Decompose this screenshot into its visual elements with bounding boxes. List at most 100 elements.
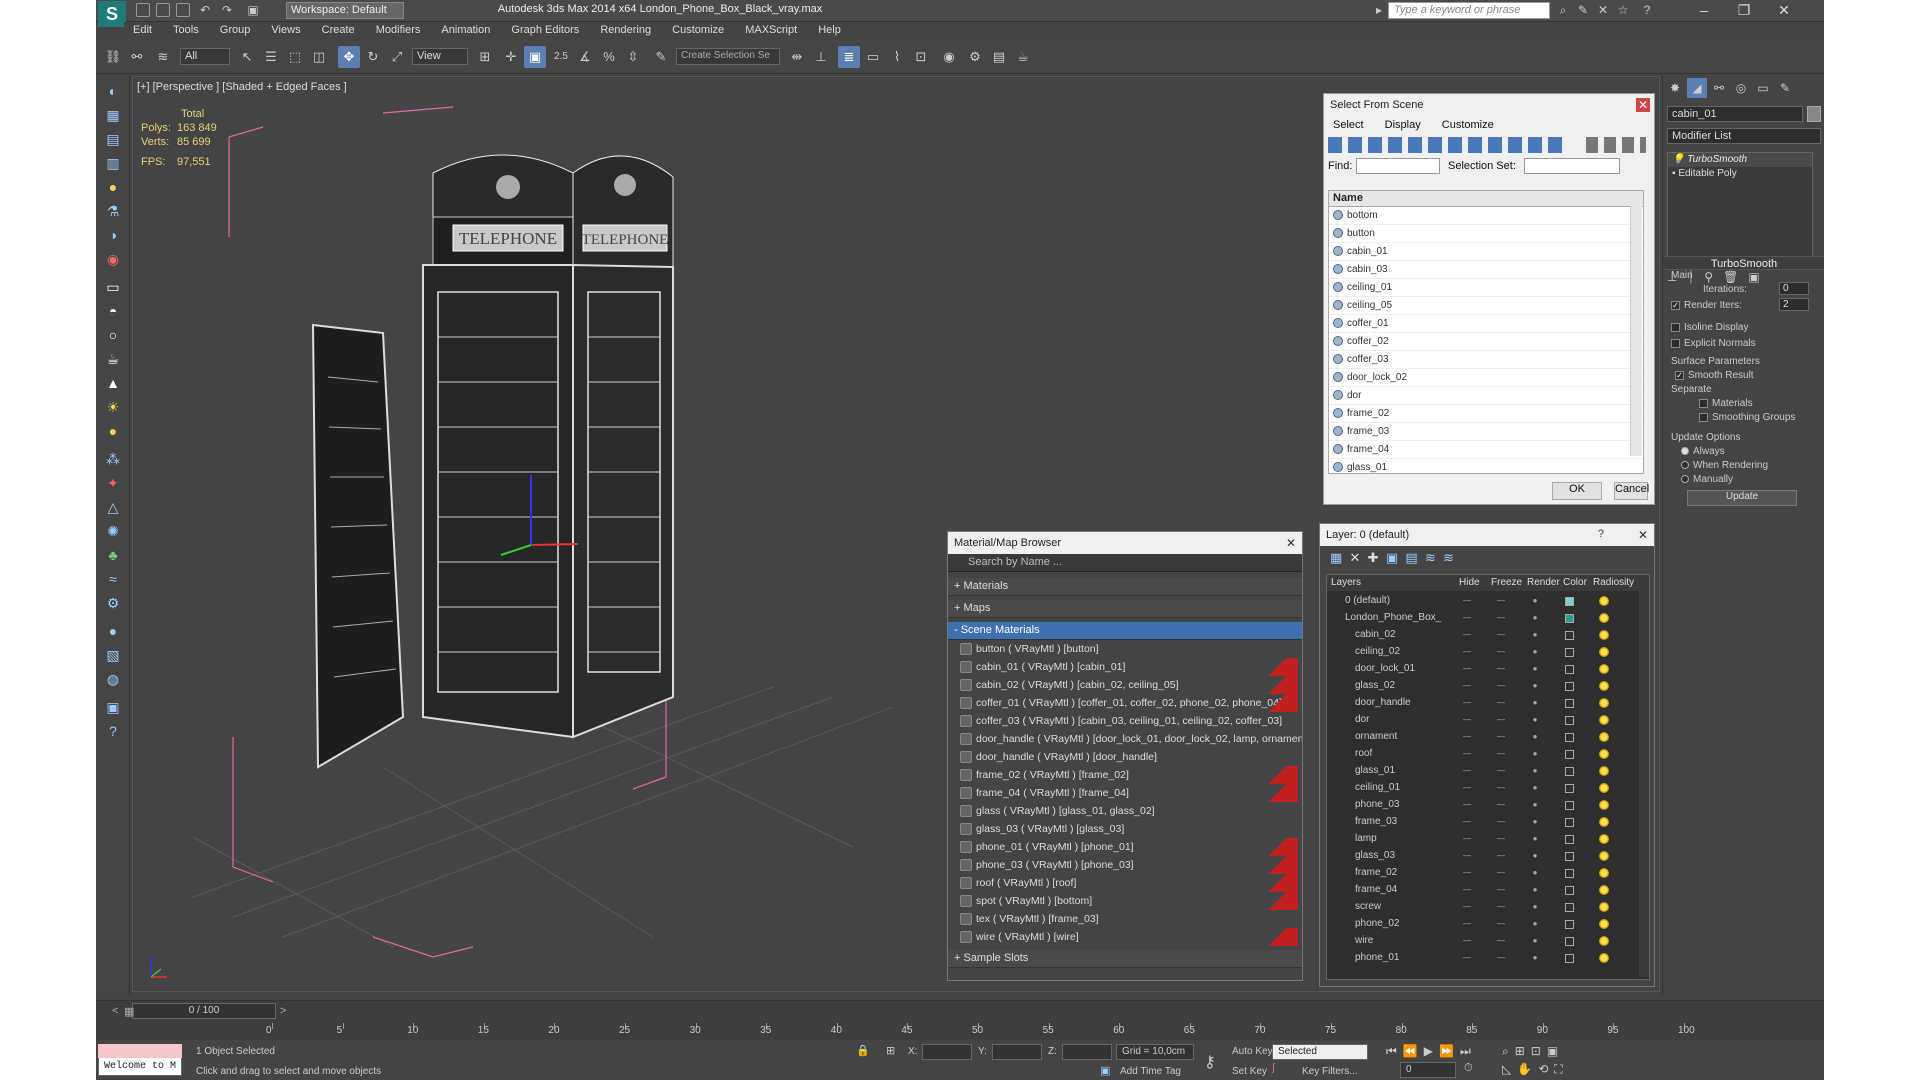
layer-freeze-toggle[interactable]: — — [1495, 681, 1507, 691]
radiosity-light-bulb-icon[interactable] — [1599, 800, 1609, 810]
layer-row[interactable]: frame_03 — — ● — [1327, 814, 1637, 831]
material-list-item[interactable]: wire ( VRayMtl ) [wire] — [948, 928, 1302, 946]
layer-hide-toggle[interactable]: — — [1461, 834, 1473, 844]
layer-freeze-toggle[interactable]: — — [1495, 647, 1507, 657]
layer-hide-toggle[interactable]: — — [1461, 936, 1473, 946]
radiosity-light-bulb-icon[interactable] — [1599, 596, 1609, 606]
help-icon[interactable]: ? — [1640, 3, 1654, 17]
radiosity-light-bulb-icon[interactable] — [1599, 885, 1609, 895]
display-filter-icons[interactable] — [1328, 137, 1568, 153]
camera-icon[interactable]: ▦ — [102, 104, 124, 126]
list-item[interactable]: ceiling_01 — [1329, 279, 1643, 297]
set-key-filter-icon[interactable]: ∫ — [1272, 1062, 1275, 1074]
material-sphere-icon[interactable]: ● — [102, 620, 124, 642]
layer-hide-toggle[interactable]: — — [1461, 783, 1473, 793]
radiosity-light-bulb-icon[interactable] — [1599, 732, 1609, 742]
mirror-icon[interactable]: ⇹ — [786, 46, 808, 68]
materials-section[interactable]: + Materials — [948, 578, 1302, 596]
list-item[interactable]: bottom — [1329, 207, 1643, 225]
select-by-name-icon[interactable]: ☰ — [260, 46, 282, 68]
orbit-icon[interactable]: ⟲ — [1538, 1062, 1554, 1076]
material-list-item[interactable]: cabin_02 ( VRayMtl ) [cabin_02, ceiling_… — [948, 676, 1302, 694]
col-radiosity[interactable]: Radiosity — [1593, 577, 1634, 588]
layer-color-swatch[interactable] — [1565, 818, 1574, 827]
layer-freeze-toggle[interactable]: — — [1495, 868, 1507, 878]
layer-render-toggle[interactable]: ● — [1529, 868, 1541, 878]
layer-color-swatch[interactable] — [1565, 597, 1574, 606]
angle-snap-icon[interactable]: ∡ — [574, 46, 596, 68]
layer-row[interactable]: frame_04 — — ● — [1327, 882, 1637, 899]
help-search-input[interactable]: Type a keyword or phrase — [1388, 2, 1550, 19]
explicit-normals-checkbox[interactable] — [1671, 338, 1680, 348]
remove-modifier-icon[interactable]: 🗑 — [1723, 270, 1738, 284]
list-item[interactable]: button — [1329, 225, 1643, 243]
layer-render-toggle[interactable]: ● — [1529, 732, 1541, 742]
layer-render-toggle[interactable]: ● — [1529, 885, 1541, 895]
new-layer-icon[interactable]: ▦ — [1330, 550, 1342, 565]
layer-row[interactable]: frame_02 — — ● — [1327, 865, 1637, 882]
always-radio[interactable] — [1681, 447, 1689, 456]
stack-item-turbosmooth[interactable]: 💡 TurboSmooth — [1668, 153, 1812, 167]
schematic-view-icon[interactable]: ⊡ — [910, 46, 932, 68]
particles-icon[interactable]: ⁂ — [102, 448, 124, 470]
layer-color-swatch[interactable] — [1565, 665, 1574, 674]
list-item[interactable]: door_lock_02 — [1329, 369, 1643, 387]
layer-hide-toggle[interactable]: — — [1461, 698, 1473, 708]
layer-render-toggle[interactable]: ● — [1529, 664, 1541, 674]
layer-hide-toggle[interactable]: — — [1461, 953, 1473, 963]
sfs-menu-display[interactable]: Display — [1376, 116, 1430, 134]
list-item[interactable]: cabin_03 — [1329, 261, 1643, 279]
radiosity-light-bulb-icon[interactable] — [1599, 834, 1609, 844]
ok-button[interactable]: OK — [1552, 482, 1602, 500]
menu-tools[interactable]: Tools — [164, 22, 208, 38]
materials-checkbox[interactable] — [1699, 398, 1708, 408]
close-window-button[interactable]: ✕ — [1764, 0, 1804, 20]
radiosity-light-bulb-icon[interactable] — [1599, 613, 1609, 623]
radiosity-light-bulb-icon[interactable] — [1599, 698, 1609, 708]
select-manipulate-icon[interactable]: ✛ — [500, 46, 522, 68]
gear-tool-icon[interactable]: ⚙ — [102, 592, 124, 614]
menu-customize[interactable]: Customize — [663, 22, 733, 38]
display-tab-icon[interactable]: ▭ — [1753, 78, 1773, 98]
layer-row[interactable]: glass_01 — — ● — [1327, 763, 1637, 780]
radiosity-light-bulb-icon[interactable] — [1599, 647, 1609, 657]
layer-color-swatch[interactable] — [1565, 869, 1574, 878]
toggle-ribbon-icon[interactable]: ▭ — [862, 46, 884, 68]
layer-render-toggle[interactable]: ● — [1529, 851, 1541, 861]
rectangle-selection-icon[interactable]: ⬚ — [284, 46, 306, 68]
layer-hide-toggle[interactable]: — — [1461, 766, 1473, 776]
layer-row[interactable]: lamp — — ● — [1327, 831, 1637, 848]
key-icon[interactable]: ⚷ — [1204, 1052, 1216, 1072]
menu-modifiers[interactable]: Modifiers — [367, 22, 430, 38]
select-and-rotate-icon[interactable]: ↻ — [362, 46, 384, 68]
layer-render-toggle[interactable]: ● — [1529, 613, 1541, 623]
subscription-icon[interactable]: ✎ — [1576, 3, 1590, 17]
layer-freeze-toggle[interactable]: — — [1495, 766, 1507, 776]
configure-sets-icon[interactable]: ▣ — [1748, 270, 1759, 284]
layer-hide-toggle[interactable]: — — [1461, 596, 1473, 606]
delete-layer-icon[interactable]: ✕ — [1350, 550, 1361, 565]
layer-row[interactable]: roof — — ● — [1327, 746, 1637, 763]
mini-curve-editor-icon[interactable]: ▦ — [124, 1005, 140, 1021]
set-key-button[interactable]: Set Key — [1232, 1066, 1267, 1077]
layer-color-swatch[interactable] — [1565, 920, 1574, 929]
radiosity-light-bulb-icon[interactable] — [1599, 817, 1609, 827]
menu-graph-editors[interactable]: Graph Editors — [502, 22, 588, 38]
layer-hide-toggle[interactable]: — — [1461, 732, 1473, 742]
zoom-extents-all-icon[interactable]: ▣ — [1547, 1044, 1564, 1058]
menu-views[interactable]: Views — [262, 22, 309, 38]
col-freeze[interactable]: Freeze — [1491, 577, 1522, 588]
col-hide[interactable]: Hide — [1459, 577, 1480, 588]
maps-section[interactable]: + Maps — [948, 600, 1302, 618]
layer-hide-toggle[interactable]: — — [1461, 647, 1473, 657]
layer-color-swatch[interactable] — [1565, 699, 1574, 708]
list-item[interactable]: coffer_02 — [1329, 333, 1643, 351]
pan-icon[interactable]: ✋ — [1517, 1062, 1538, 1076]
zoom-extents-icon[interactable]: ⊡ — [1531, 1044, 1547, 1058]
favorites-star-icon[interactable]: ☆ — [1616, 3, 1630, 17]
named-selection-set-dropdown[interactable]: Create Selection Se — [676, 48, 780, 65]
layer-hide-toggle[interactable]: — — [1461, 630, 1473, 640]
z-coordinate-field[interactable] — [1062, 1044, 1112, 1060]
render-setup-icon[interactable]: ⚙ — [964, 46, 986, 68]
list-item[interactable]: dor — [1329, 387, 1643, 405]
